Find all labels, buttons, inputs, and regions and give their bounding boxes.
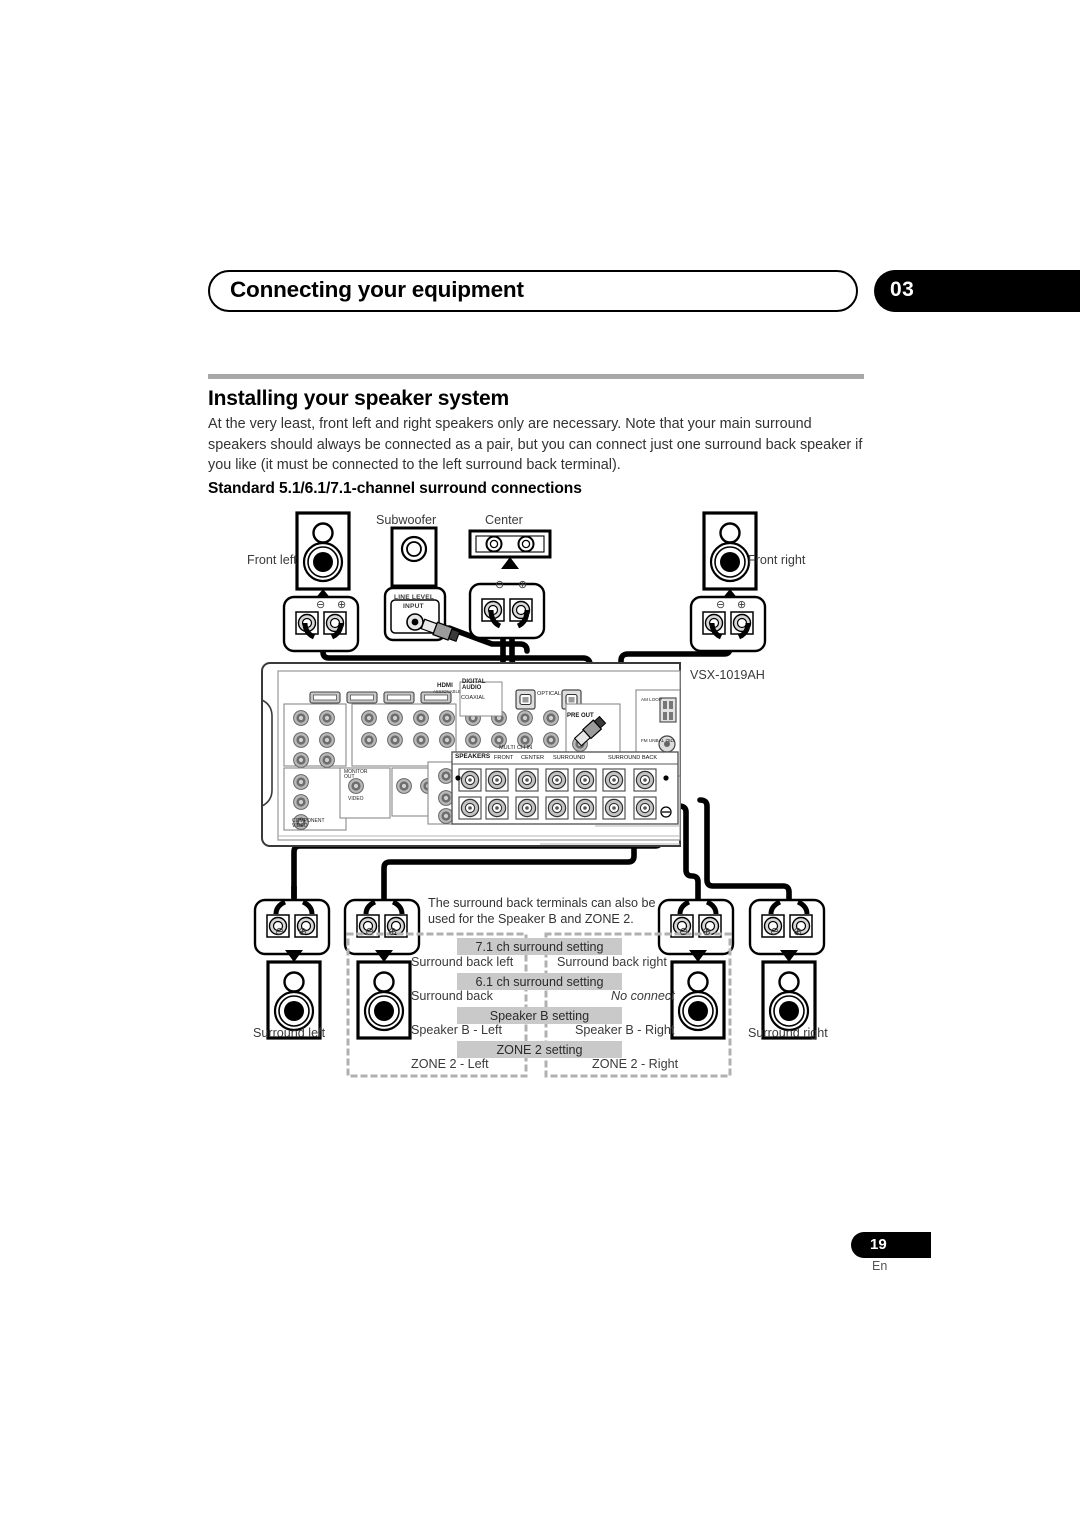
setting-71-right: Surround back right: [557, 955, 667, 969]
polarity-minus-front-left: ⊖: [316, 599, 326, 611]
component-video-block: [283, 703, 347, 831]
label-digital-audio: DIGITAL AUDIO: [462, 679, 486, 692]
label-speakers: SPEAKERS: [455, 753, 491, 760]
label-subwoofer: Subwoofer: [376, 513, 437, 527]
label-hdmi: HDMI: [437, 682, 453, 689]
setting-61-right: No connect: [611, 989, 675, 1003]
polarity-plus-sbl: ⊕: [388, 926, 398, 938]
label-coaxial: COAXIAL: [461, 695, 486, 701]
polarity-minus-center: ⊖: [495, 579, 505, 591]
terminal-surround-back-left: [343, 898, 421, 962]
page-header: Connecting your equipment 03: [208, 270, 1080, 312]
language-code: En: [872, 1259, 888, 1273]
label-optical: OPTICAL: [537, 691, 561, 697]
terminal-center: [468, 582, 546, 640]
label-pre-out: PRE OUT: [567, 713, 594, 719]
terminal-surround-left: [253, 886, 331, 962]
label-front-right: Front right: [748, 553, 806, 567]
setting-61-left: Surround back: [411, 989, 493, 1003]
label-am-loop: AM LOOP: [641, 697, 662, 702]
setting-zone2-right: ZONE 2 - Right: [592, 1057, 679, 1071]
polarity-minus-sbl: ⊖: [365, 926, 375, 938]
terminal-surround-right: [748, 898, 826, 962]
band-71: 7.1 ch surround setting: [457, 938, 622, 955]
label-surround-right: Surround right: [748, 1026, 828, 1040]
label-monitor-out: MONITOR OUT: [344, 769, 368, 781]
label-front-left: Front left: [247, 553, 297, 567]
control-block: [427, 761, 465, 825]
band-zone2: ZONE 2 setting: [457, 1041, 622, 1058]
section-body: At the very least, front left and right …: [208, 416, 863, 474]
label-hdmi-assignable: ASSIGNABLE: [433, 689, 461, 694]
speaker-terminal-bank: [451, 751, 679, 825]
polarity-plus-front-right: ⊕: [737, 599, 747, 611]
label-surround-left: Surround left: [253, 1026, 326, 1040]
band-61: 6.1 ch surround setting: [457, 973, 622, 990]
polarity-plus-sbr: ⊕: [702, 926, 712, 938]
polarity-plus-center: ⊕: [518, 579, 528, 591]
label-surround: SURROUND: [553, 755, 586, 761]
section-title: Installing your speaker system: [208, 387, 509, 410]
label-center-term: CENTER: [521, 755, 544, 761]
label-component-video: COMPONENT VIDEO: [292, 818, 325, 830]
label-multi-ch-in: MULTI CH IN: [499, 745, 533, 751]
label-line-level: LINE LEVEL: [394, 594, 435, 601]
page-number-badge: 19: [851, 1232, 931, 1258]
setting-zone2-left: ZONE 2 - Left: [411, 1057, 489, 1071]
terminal-surround-back-right: [657, 898, 735, 962]
label-surround-back: SURROUND BACK: [608, 755, 658, 761]
label-model: VSX-1019AH: [690, 668, 765, 682]
label-front: FRONT: [494, 755, 514, 761]
polarity-plus-front-left: ⊕: [337, 599, 347, 611]
label-input: INPUT: [403, 603, 424, 610]
polarity-minus-surround-left: ⊖: [275, 926, 285, 938]
polarity-plus-surround-left: ⊕: [298, 926, 308, 938]
speaker-center: [468, 529, 552, 569]
chapter-badge: 03: [874, 270, 1080, 312]
polarity-minus-front-right: ⊖: [716, 599, 726, 611]
audio-rca-grid: [351, 703, 585, 817]
page-title: Connecting your equipment: [230, 277, 524, 302]
chapter-number: 03: [890, 278, 915, 301]
section-subtitle: Standard 5.1/6.1/7.1-channel surround co…: [208, 480, 582, 497]
polarity-minus-sbr: ⊖: [679, 926, 689, 938]
note-line-1: The surround back terminals can also be: [428, 896, 656, 910]
terminal-front-right: [689, 595, 767, 653]
setting-71-left: Surround back left: [411, 955, 514, 969]
polarity-minus-surround-right: ⊖: [770, 926, 780, 938]
note-line-2: used for the Speaker B and ZONE 2.: [428, 912, 634, 926]
speaker-connection-diagram: [0, 0, 1080, 1527]
polarity-plus-surround-right: ⊕: [793, 926, 803, 938]
label-center: Center: [485, 513, 523, 527]
section-divider: [208, 374, 864, 379]
setting-speaker-b-left: Speaker B - Left: [411, 1023, 503, 1037]
speaker-front-left: [295, 511, 351, 600]
page-number: 19: [870, 1236, 887, 1253]
label-video: VIDEO: [348, 796, 364, 802]
speaker-subwoofer: [390, 526, 438, 596]
speaker-surround-back-right: [670, 960, 726, 1040]
band-speaker-b: Speaker B setting: [457, 1007, 622, 1024]
setting-speaker-b-right: Speaker B - Right: [575, 1023, 675, 1037]
antenna-block: [635, 689, 681, 777]
speaker-surround-back-left: [356, 960, 412, 1040]
label-fm-unbal: FM UNBAL 75Ω: [641, 738, 674, 743]
